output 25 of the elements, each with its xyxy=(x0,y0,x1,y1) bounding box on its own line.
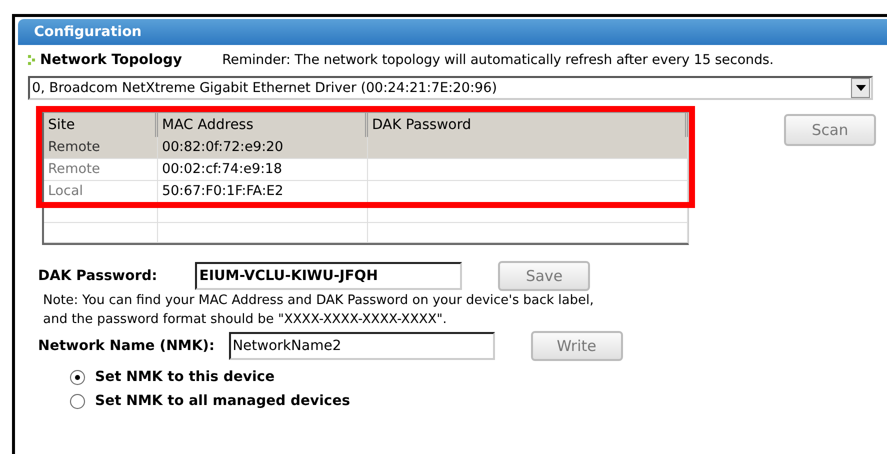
table-cell: Remote xyxy=(44,159,158,180)
column-header[interactable]: DAK Password xyxy=(368,113,688,137)
dak-password-label: DAK Password: xyxy=(38,268,158,284)
panel-title: Configuration xyxy=(18,19,887,45)
note-text: and the password format should be "XXXX-XXXX-XXXX-XXXX". xyxy=(43,311,448,329)
table-cell: 50:67:F0:1F:FA:E2 xyxy=(158,181,368,202)
table-row[interactable]: Remote 00:82:0f:72:e9:20 xyxy=(44,137,688,159)
radio-button[interactable] xyxy=(70,370,85,384)
bullet-icon xyxy=(28,54,36,66)
table-cell: Remote xyxy=(44,137,158,158)
radio-label[interactable]: Set NMK to this device xyxy=(95,369,275,385)
column-header[interactable]: MAC Address xyxy=(158,113,368,137)
column-header[interactable]: Site xyxy=(44,113,158,137)
network-name-label: Network Name (NMK): xyxy=(38,338,215,354)
adapter-dropdown[interactable]: 0, Broadcom NetXtreme Gigabit Ethernet Driver (00:24:21:7E:20:96) xyxy=(28,76,873,100)
table-cell: 00:82:0f:72:e9:20 xyxy=(158,137,368,158)
section-heading: Network Topology xyxy=(40,52,182,68)
table-cell: Local xyxy=(44,181,158,202)
table-cell: 00:02:cf:74:e9:18 xyxy=(158,159,368,180)
note-text: Note: You can find your MAC Address and DAK Password on your device's back label, xyxy=(43,292,595,310)
reminder-text: Reminder: The network topology will automatically refresh after every 15 seconds. xyxy=(222,52,774,68)
table-row[interactable]: Local 50:67:F0:1F:FA:E2 xyxy=(44,181,688,203)
radio-button[interactable] xyxy=(70,394,85,408)
table-row[interactable]: Remote 00:02:cf:74:e9:18 xyxy=(44,159,688,181)
radio-label[interactable]: Set NMK to all managed devices xyxy=(95,393,350,409)
